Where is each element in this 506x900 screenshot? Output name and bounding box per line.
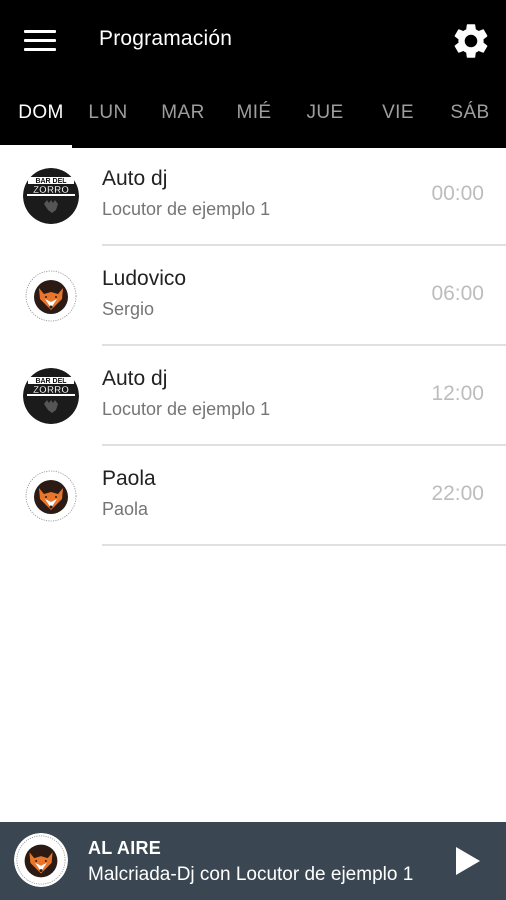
schedule-row[interactable]: Ludovico Sergio 06:00: [0, 246, 506, 346]
on-air-label: AL AIRE: [88, 838, 162, 858]
logo-text-line-1: BAR DEL: [35, 378, 67, 385]
bar-del-zorro-logo: BAR DEL ZORRO: [23, 168, 79, 224]
fox-logo: [23, 268, 79, 324]
gear-icon[interactable]: [450, 20, 492, 62]
schedule-row[interactable]: Paola Paola 22:00: [0, 446, 506, 546]
schedule-row[interactable]: BAR DEL ZORRO Auto dj Locutor de ejemplo…: [0, 346, 506, 446]
program-host: Locutor de ejemplo 1: [102, 399, 271, 419]
program-host: Paola: [102, 499, 149, 519]
program-host: Locutor de ejemplo 1: [102, 199, 271, 219]
schedule-row[interactable]: BAR DEL ZORRO Auto dj Locutor de ejemplo…: [0, 146, 506, 246]
program-title: Paola: [102, 467, 156, 490]
tab-sab[interactable]: SÁB: [434, 92, 506, 148]
program-title: Auto dj: [102, 167, 168, 190]
program-host: Sergio: [102, 299, 155, 319]
tab-dom[interactable]: DOM: [0, 92, 82, 148]
schedule-list: BAR DEL ZORRO Auto dj Locutor de ejemplo…: [0, 146, 506, 546]
day-tabs: DOM LUN MAR MIÉ JUE VIE SÁB: [0, 92, 506, 148]
hamburger-menu-icon[interactable]: [24, 30, 56, 52]
program-time: 06:00: [431, 282, 484, 305]
program-time: 12:00: [431, 382, 484, 405]
fox-logo: [23, 468, 79, 524]
tab-mar[interactable]: MAR: [147, 92, 219, 148]
now-playing-bar[interactable]: AL AIRE Malcriada-Dj con Locutor de ejem…: [0, 822, 506, 900]
play-icon[interactable]: [452, 845, 482, 877]
app-bar: Programación DOM LUN MAR MIÉ JUE VIE SÁB: [0, 0, 506, 148]
logo-text-line-1: BAR DEL: [35, 178, 67, 185]
now-playing-track: Malcriada-Dj con Locutor de ejemplo 1: [88, 864, 414, 885]
tab-vie[interactable]: VIE: [362, 92, 434, 148]
program-title: Auto dj: [102, 367, 168, 390]
tab-mie[interactable]: MIÉ: [218, 92, 290, 148]
program-time: 22:00: [431, 482, 484, 505]
program-title: Ludovico: [102, 267, 187, 290]
tab-jue[interactable]: JUE: [289, 92, 361, 148]
tab-lun[interactable]: LUN: [72, 92, 144, 148]
divider: [102, 544, 506, 546]
bar-del-zorro-logo: BAR DEL ZORRO: [23, 368, 79, 424]
page-title: Programación: [99, 27, 233, 50]
fox-logo: [14, 833, 68, 887]
program-time: 00:00: [431, 182, 484, 205]
